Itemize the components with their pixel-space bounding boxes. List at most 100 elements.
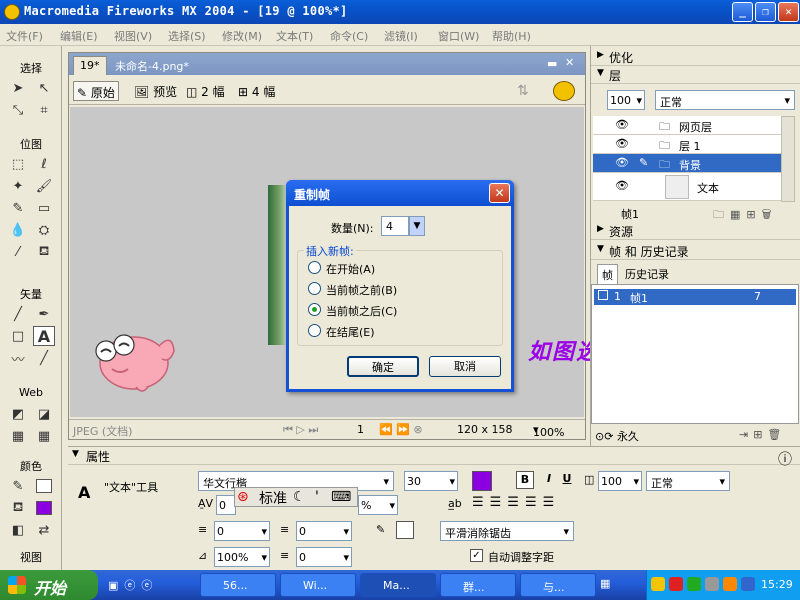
layer-row-web[interactable]: 👁 🗀 网页层	[593, 116, 781, 135]
indent-field[interactable]: 0 ▾	[214, 521, 270, 541]
option-before-current[interactable]: 当前帧之前(B)	[326, 282, 397, 298]
layer-row-layer1[interactable]: 👁 🗀 层 1	[593, 135, 781, 154]
option-at-end[interactable]: 在结尾(E)	[326, 324, 375, 340]
maximize-button[interactable]: ❐	[755, 2, 776, 22]
text-tool-icon[interactable]: A	[33, 326, 55, 346]
horizontal-scale-field[interactable]: 100% ▾	[214, 547, 270, 567]
tray-icon-2[interactable]	[669, 577, 683, 591]
rubber-stamp-tool-icon[interactable]: ⛭	[33, 220, 55, 240]
eyedropper-tool-icon[interactable]: ⁄	[7, 242, 29, 262]
paint-bucket-tool-icon[interactable]: ⛾	[33, 242, 55, 262]
fill-color-swatch[interactable]	[33, 498, 55, 518]
ime-toolbar[interactable]: ⊛ 标准 ☾ ' ⌨	[234, 487, 358, 507]
text-color-swatch[interactable]	[472, 471, 492, 491]
first-frame-icon[interactable]: ⏮ ▷ ⏭	[283, 423, 318, 437]
layer-opacity-field[interactable]: 100 ▾	[607, 90, 645, 110]
kerning-field[interactable]: 0	[216, 495, 236, 515]
taskbar-item-5[interactable]: 与...	[520, 573, 596, 597]
menu-window[interactable]: 窗口(W)	[438, 28, 479, 44]
layer-row-text[interactable]: 👁 文本	[593, 173, 781, 201]
menu-select[interactable]: 选择(S)	[168, 28, 206, 44]
tray-icon-3[interactable]	[687, 577, 701, 591]
frame-actions-icon[interactable]: ⇥⊞🗑	[739, 428, 786, 441]
taskbar-item-fireworks[interactable]: Ma...	[360, 573, 436, 597]
blur-tool-icon[interactable]: 💧	[7, 220, 29, 240]
default-colors-icon[interactable]: ◧	[7, 520, 29, 540]
minimize-button[interactable]: _	[732, 2, 753, 22]
frames-history-panel-header[interactable]: ▼ 帧 和 历史记录	[591, 242, 800, 260]
pen-tool-icon[interactable]: ✒	[33, 304, 55, 324]
line-tool-icon[interactable]: ╱	[7, 304, 29, 324]
optimize-panel-header[interactable]: ▶ 优化	[591, 48, 800, 66]
taskbar-item-4[interactable]: 群...	[440, 573, 516, 597]
hide-slices-icon[interactable]: ▦	[7, 426, 29, 446]
properties-header[interactable]: ▼ 属性 ⓘ	[68, 447, 800, 468]
menu-modify[interactable]: 修改(M)	[222, 28, 262, 44]
alignment-icons[interactable]: ☰☰☰☰☰	[472, 495, 560, 510]
frame-row[interactable]: 1 帧1 7	[594, 289, 796, 305]
swap-colors-icon[interactable]: ⇄	[33, 520, 55, 540]
radio-before-current[interactable]	[308, 282, 321, 295]
layers-panel-header[interactable]: ▼ 层	[591, 66, 800, 84]
close-button[interactable]: ✕	[778, 2, 799, 22]
tab-doc-untitled[interactable]: 未命名-4.png*	[109, 56, 195, 75]
radio-at-beginning[interactable]	[308, 261, 321, 274]
brush-tool-icon[interactable]: 🖌	[33, 176, 55, 196]
quick-launch-icons[interactable]: ▣ⓔⓔ	[108, 577, 158, 593]
show-slices-icon[interactable]: ▦	[33, 426, 55, 446]
leading-field[interactable]: % ▾	[358, 495, 398, 515]
pointer-tool-icon[interactable]: ➤	[7, 78, 29, 98]
crop-tool-icon[interactable]: ⌗	[33, 100, 55, 120]
option-at-beginning[interactable]: 在开始(A)	[326, 261, 375, 277]
menu-help[interactable]: 帮助(H)	[492, 28, 531, 44]
scale-tool-icon[interactable]: ⤡	[7, 100, 29, 120]
menu-commands[interactable]: 命令(C)	[330, 28, 368, 44]
stroke-none-swatch[interactable]	[396, 521, 414, 539]
tab-history[interactable]: 历史记录	[625, 266, 669, 282]
eraser-tool-icon[interactable]: ▭	[33, 198, 55, 218]
blend-mode-select[interactable]: 正常 ▾	[646, 471, 730, 491]
menu-text[interactable]: 文本(T)	[276, 28, 313, 44]
underline-button[interactable]: U	[558, 471, 576, 489]
antialias-select[interactable]: 平滑消除锯齿 ▾	[440, 521, 574, 541]
cancel-button[interactable]: 取消	[429, 356, 501, 377]
menu-filters[interactable]: 滤镜(I)	[384, 28, 418, 44]
layers-scrollbar[interactable]	[781, 116, 795, 202]
tab-doc-19[interactable]: 19*	[73, 56, 107, 75]
tab-preview[interactable]: 🖼 预览	[131, 81, 180, 101]
tray-icon-1[interactable]	[651, 577, 665, 591]
pencil-tool-icon[interactable]: ✎	[7, 198, 29, 218]
zoom-select[interactable]: 100% ▾	[533, 423, 564, 439]
autokern-checkbox[interactable]: ✓	[470, 549, 483, 562]
desktop-icon[interactable]: ▦	[600, 577, 610, 590]
tab-4-up[interactable]: ⊞ 4 幅	[235, 81, 278, 101]
hotspot-tool-icon[interactable]: ◩	[7, 404, 29, 424]
prev-next-frame-icon[interactable]: ⏪ ⏩ ⊗	[379, 423, 423, 436]
freeform-tool-icon[interactable]: 〰	[7, 348, 29, 368]
lasso-tool-icon[interactable]: ℓ	[33, 154, 55, 174]
space-after-field[interactable]: 0 ▾	[296, 547, 352, 567]
ok-button[interactable]: 确定	[347, 356, 419, 377]
marquee-tool-icon[interactable]: ⬚	[7, 154, 29, 174]
assets-panel-header[interactable]: ▶ 资源	[591, 222, 800, 240]
text-direction-icon[interactable]: a̲b	[448, 497, 462, 510]
tab-2-up[interactable]: ◫ 2 幅	[183, 81, 228, 101]
dialog-close-icon[interactable]: ✕	[489, 183, 510, 203]
doc-minimize-icon[interactable]: ▬	[547, 57, 557, 70]
opacity-field[interactable]: 100 ▾	[598, 471, 642, 491]
slice-tool-icon[interactable]: ◪	[33, 404, 55, 424]
stroke-color-icon[interactable]: ✎	[7, 476, 29, 496]
layer-blend-select[interactable]: 正常 ▾	[655, 90, 795, 110]
tray-icon-6[interactable]	[741, 577, 755, 591]
option-after-current[interactable]: 当前帧之后(C)	[326, 303, 397, 319]
rectangle-tool-icon[interactable]: □	[7, 326, 29, 346]
tray-icon-4[interactable]	[705, 577, 719, 591]
start-button[interactable]: 开始	[0, 570, 98, 600]
taskbar-item-2[interactable]: Wi...	[280, 573, 356, 597]
menu-view[interactable]: 视图(V)	[114, 28, 152, 44]
count-field[interactable]: 4	[381, 216, 409, 236]
quick-export-icon[interactable]: ⇅	[517, 83, 529, 99]
radio-after-current[interactable]	[308, 303, 321, 316]
space-before-field[interactable]: 0 ▾	[296, 521, 352, 541]
font-size-field[interactable]: 30 ▾	[404, 471, 458, 491]
